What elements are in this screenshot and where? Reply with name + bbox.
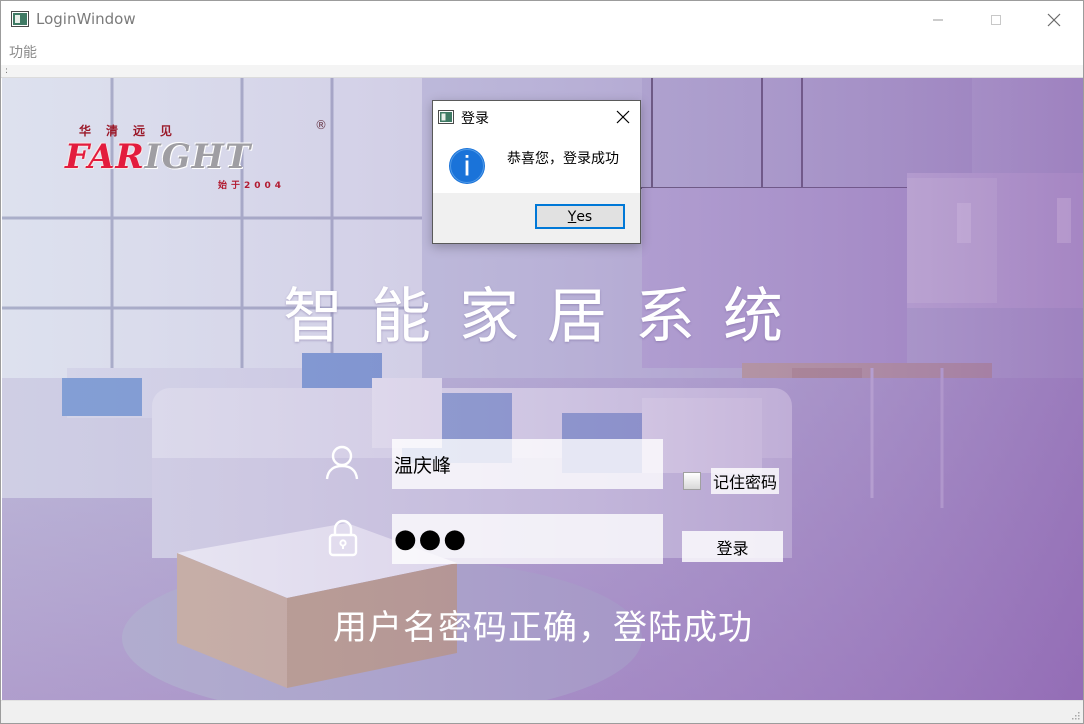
yes-button-label: es (576, 208, 593, 225)
title-bar[interactable]: LoginWindow (1, 1, 1083, 39)
username-input[interactable] (392, 439, 663, 489)
dialog-title: 登录 (461, 111, 489, 127)
user-icon (325, 445, 359, 480)
company-logo: 华清远见 ® FARIGHT 始于2004 (65, 118, 335, 198)
logo-since-text: 始于2004 (218, 181, 286, 191)
close-icon (1047, 13, 1061, 27)
minimize-icon (933, 19, 943, 21)
logo-wordmark: FARIGHT (65, 137, 251, 177)
close-button[interactable] (1025, 1, 1083, 39)
remember-password-checkbox[interactable]: 记住密码 (683, 468, 780, 494)
close-icon (616, 110, 630, 124)
login-button[interactable]: 登录 (682, 531, 783, 562)
yes-button[interactable]: Yes (535, 204, 625, 229)
dialog-close-button[interactable] (614, 108, 632, 126)
maximize-icon (991, 15, 1001, 25)
minimize-button[interactable] (909, 1, 967, 39)
yes-button-mnemonic: Y (567, 208, 577, 225)
password-input[interactable]: ●●● (392, 514, 663, 564)
login-window: LoginWindow 功能 : 华清远见 ® FARIGHT 始于2004 智… (0, 0, 1084, 724)
resize-grip-icon[interactable] (1070, 710, 1080, 720)
app-icon (11, 11, 29, 27)
status-bar (1, 700, 1083, 723)
logo-registered-mark: ® (315, 118, 327, 132)
page-title: 智能家居系统 (283, 282, 811, 352)
dialog-footer: Yes (433, 193, 640, 243)
password-value: ●●● (394, 524, 469, 554)
dialog-body: 恭喜您，登录成功 (433, 133, 640, 193)
logo-word-far: FAR (65, 137, 145, 177)
dialog-title-bar[interactable]: 登录 (433, 101, 640, 133)
login-success-dialog: 登录 恭喜您，登录成功 Yes (432, 100, 641, 244)
lock-icon (328, 519, 358, 557)
login-status-message: 用户名密码正确，登陆成功 (333, 608, 753, 648)
remember-checkbox-box[interactable] (683, 472, 701, 490)
dialog-message: 恭喜您，登录成功 (507, 151, 619, 167)
dialog-app-icon (438, 110, 454, 124)
info-icon (449, 148, 485, 184)
maximize-button[interactable] (967, 1, 1025, 39)
menu-item-function[interactable]: 功能 (9, 42, 37, 62)
toolbar: : (1, 65, 1083, 78)
menu-bar: 功能 (1, 39, 1083, 65)
toolbar-handle[interactable]: : (5, 65, 8, 77)
remember-password-label[interactable]: 记住密码 (711, 468, 780, 494)
window-title: LoginWindow (36, 10, 136, 28)
logo-word-ight: IGHT (144, 137, 252, 177)
